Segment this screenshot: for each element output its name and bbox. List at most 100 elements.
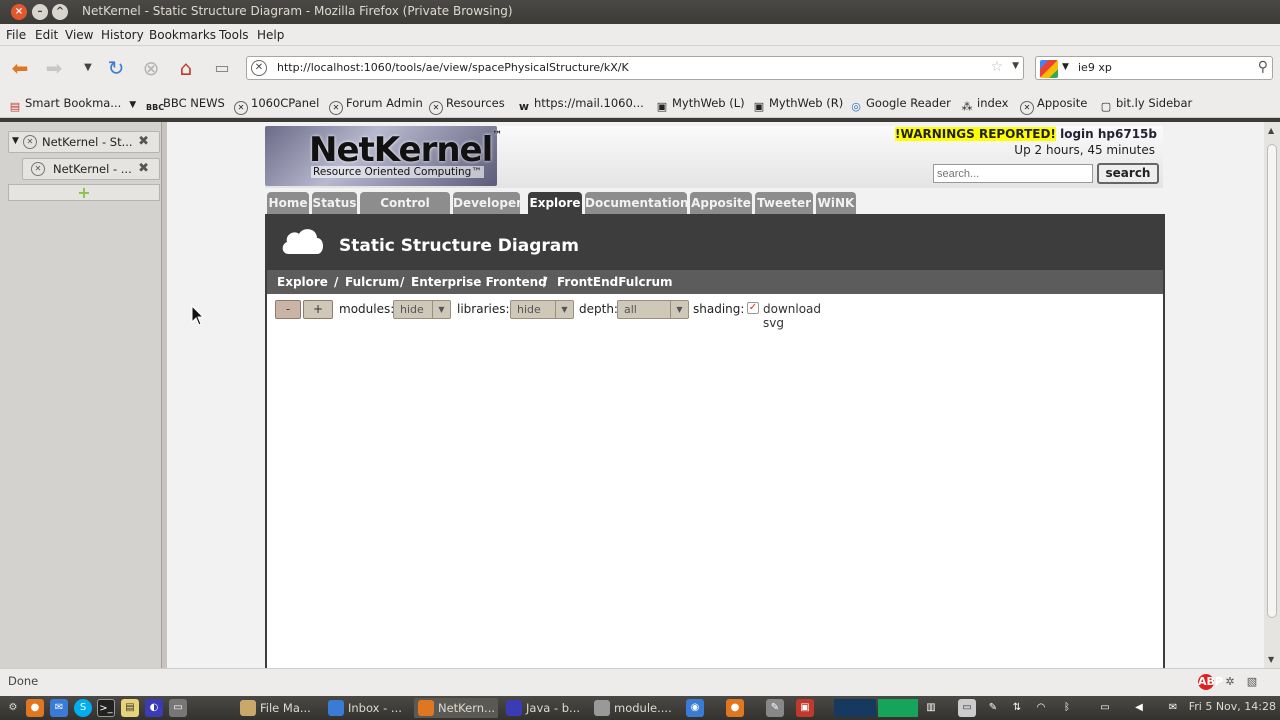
home-icon[interactable]: ⌂	[174, 56, 198, 80]
battery-icon[interactable]: ▭	[1096, 699, 1114, 717]
adblock-icon[interactable]: ABP	[1198, 674, 1223, 690]
menu-file[interactable]: File	[6, 28, 26, 42]
scroll-down-icon[interactable]: ▼	[1268, 655, 1274, 664]
url-bar[interactable]: ✕ http://localhost:1060/tools/ae/view/sp…	[246, 56, 1024, 80]
search-icon[interactable]: ⚲	[1258, 59, 1268, 75]
thunderbird-launcher-icon[interactable]: ✉	[50, 699, 68, 717]
window-list-icon[interactable]: ▭	[169, 699, 187, 717]
clock[interactable]: Fri 5 Nov, 14:28	[1189, 700, 1276, 713]
tray-window-icon[interactable]: ▭	[958, 699, 976, 717]
close-tab-icon[interactable]: ✖	[138, 161, 149, 176]
bookmark-index[interactable]: ⁂ index	[960, 96, 1009, 114]
eclipse-launcher-icon[interactable]: ◐	[145, 699, 163, 717]
sidebar-tab-2[interactable]: ✕ NetKernel - ... ✖	[22, 158, 160, 180]
bookmark-mythweb-r[interactable]: ▣ MythWeb (R)	[752, 96, 843, 114]
task-java[interactable]: Java - b...	[502, 698, 586, 718]
url-dropdown-icon[interactable]: ▼	[1012, 61, 1019, 71]
shading-checkbox[interactable]: ✓	[747, 302, 759, 314]
window-close-button[interactable]: ×	[11, 4, 27, 20]
volume-icon[interactable]: ◀	[1130, 699, 1148, 717]
bluetooth-icon[interactable]: ᛒ	[1058, 699, 1076, 717]
bookmark-1060cpanel[interactable]: ✕ 1060CPanel	[234, 96, 319, 115]
menu-bookmarks[interactable]: Bookmarks	[149, 28, 216, 42]
bookmark-resources[interactable]: ✕ Resources	[429, 96, 505, 115]
bookmark-forum-admin[interactable]: ✕ Forum Admin	[329, 96, 423, 115]
site-identity-icon[interactable]: ✕	[251, 60, 267, 76]
bookmark-google-reader[interactable]: ◎ Google Reader	[849, 96, 951, 114]
page-scrollbar[interactable]: ▲ ▼	[1264, 122, 1280, 668]
task-file-manager[interactable]: File Ma...	[236, 698, 320, 718]
search-engine-dropdown-icon[interactable]: ▼	[1062, 62, 1069, 72]
tab-tweeter[interactable]: Tweeter	[755, 192, 813, 214]
search-input[interactable]	[933, 164, 1093, 183]
breadcrumb-explore[interactable]: Explore	[277, 275, 328, 289]
menu-edit[interactable]: Edit	[35, 28, 58, 42]
mail-indicator-icon[interactable]: ✉	[1164, 699, 1182, 717]
menu-history[interactable]: History	[101, 28, 144, 42]
bookmark-mythweb-l[interactable]: ▣ MythWeb (L)	[655, 96, 745, 114]
tab-wink[interactable]: WiNK	[816, 192, 856, 214]
modules-select[interactable]: hide ▼	[393, 300, 451, 319]
new-tab-icon[interactable]: ▭	[210, 56, 234, 80]
add-tab-button[interactable]: +	[8, 184, 160, 201]
download-svg-link[interactable]: download svg	[763, 302, 821, 330]
tray-app-icon[interactable]: ▣	[796, 699, 814, 717]
stop-icon[interactable]: ⊗	[139, 56, 163, 80]
menu-tools[interactable]: Tools	[219, 28, 249, 42]
task-inbox[interactable]: Inbox - ...	[324, 698, 410, 718]
bookmark-mail[interactable]: w https://mail.1060...	[517, 96, 644, 114]
google-icon[interactable]	[1040, 60, 1058, 78]
tab-documentation[interactable]: Documentation	[585, 192, 689, 214]
resize-icon[interactable]: ▧	[1244, 674, 1260, 690]
breadcrumb-frontendfulcrum[interactable]: FrontEndFulcrum	[557, 275, 673, 289]
tools-icon[interactable]: ✲	[1222, 674, 1238, 690]
reload-icon[interactable]: ↻	[104, 56, 128, 80]
netkernel-logo[interactable]: NetKernel™ Resource Oriented Computing™	[265, 126, 502, 186]
back-icon[interactable]: ⬅	[8, 56, 32, 80]
tray-monitor-icon[interactable]: ▥	[922, 699, 940, 717]
tab-status[interactable]: Status	[312, 192, 357, 214]
menu-view[interactable]: View	[65, 28, 93, 42]
scrollbar-thumb[interactable]	[1267, 144, 1277, 618]
tab-explore[interactable]: Explore	[528, 192, 582, 214]
task-netkernel[interactable]: NetKern...	[414, 698, 498, 718]
files-launcher-icon[interactable]: ▤	[121, 699, 139, 717]
menu-help[interactable]: Help	[257, 28, 284, 42]
skype-launcher-icon[interactable]: S	[74, 699, 92, 717]
libraries-select[interactable]: hide ▼	[510, 300, 574, 319]
tab-apposite[interactable]: Apposite	[690, 192, 752, 214]
tab-home[interactable]: Home	[267, 192, 309, 214]
window-minimize-button[interactable]: –	[32, 4, 48, 20]
breadcrumb-fulcrum[interactable]: Fulcrum	[345, 275, 399, 289]
terminal-launcher-icon[interactable]: >_	[97, 699, 115, 717]
close-tab-icon[interactable]: ✖	[138, 134, 149, 149]
tray-thunderbird-icon[interactable]: ◉	[686, 699, 704, 717]
bookmark-bitly[interactable]: ▢ bit.ly Sidebar	[1099, 96, 1192, 114]
tab-developer[interactable]: Developer	[453, 192, 522, 214]
bookmark-apposite[interactable]: ✕ Apposite	[1020, 96, 1087, 115]
history-dropdown-icon[interactable]: ▼	[76, 56, 100, 80]
task-module[interactable]: module....	[590, 698, 676, 718]
forward-icon[interactable]: ➡	[42, 56, 66, 80]
bookmark-bbc[interactable]: BBCBBC NEWS	[146, 96, 225, 115]
warning-link[interactable]: !WARNINGS REPORTED!	[895, 127, 1056, 141]
bookmark-star-icon[interactable]: ☆	[990, 59, 1003, 75]
search-button[interactable]: search	[1097, 163, 1159, 184]
scroll-up-icon[interactable]: ▲	[1268, 126, 1274, 135]
tray-firefox-icon[interactable]: ●	[726, 699, 744, 717]
tray-editor-icon[interactable]: ✎	[766, 699, 784, 717]
bookmark-smart[interactable]: ▤ Smart Bookma... ▼	[8, 96, 136, 114]
login-link[interactable]: login hp6715b	[1060, 127, 1157, 141]
tray-notes-icon[interactable]: ✎	[984, 699, 1002, 717]
zoom-in-button[interactable]: +	[303, 300, 333, 319]
breadcrumb-enterprise-frontend[interactable]: Enterprise Frontend	[411, 275, 547, 289]
window-maximize-button[interactable]: ^	[52, 4, 68, 20]
web-search-input[interactable]: ie9 xp	[1078, 61, 1112, 74]
expand-icon[interactable]: ▼	[12, 136, 19, 146]
web-search-bar[interactable]: ▼ ie9 xp ⚲	[1035, 56, 1273, 80]
tab-control-panel[interactable]: Control Panel	[360, 192, 450, 232]
url-text[interactable]: http://localhost:1060/tools/ae/view/spac…	[277, 61, 629, 74]
firefox-launcher-icon[interactable]: ●	[26, 699, 44, 717]
zoom-out-button[interactable]: -	[275, 300, 301, 319]
depth-select[interactable]: all ▼	[617, 300, 689, 319]
